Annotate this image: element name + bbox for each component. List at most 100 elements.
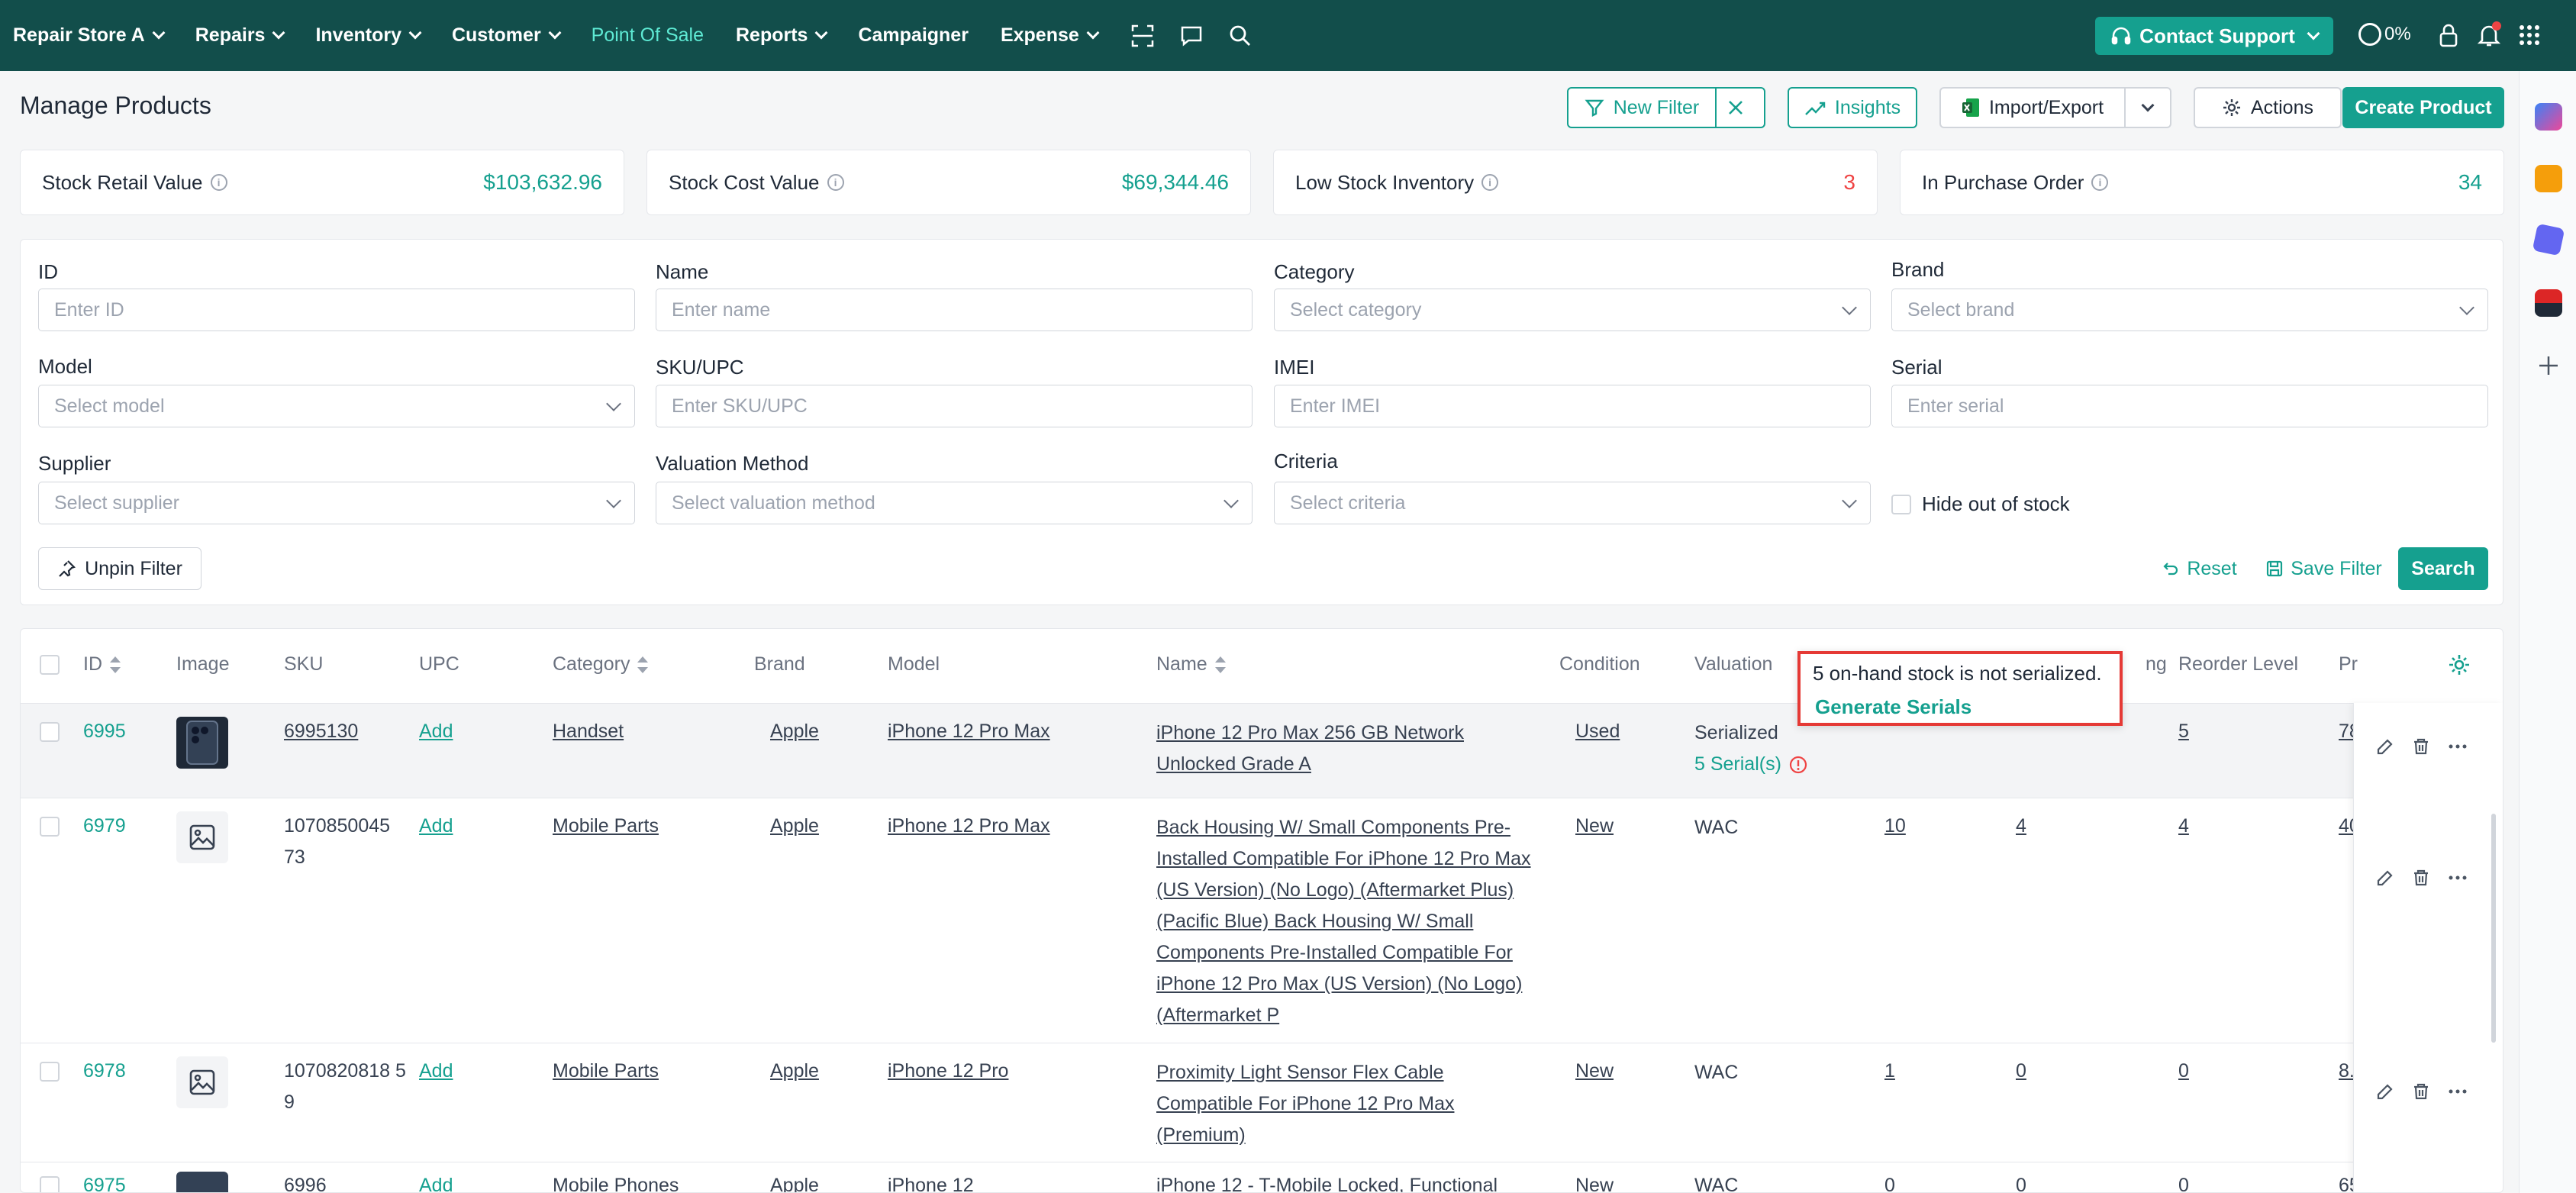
row-brand[interactable]: Apple xyxy=(770,716,819,747)
row-model[interactable]: iPhone 12 xyxy=(888,1170,974,1192)
table-row[interactable]: 6975 6996 Add Mobile Phones Apple iPhone… xyxy=(21,1162,2503,1192)
nav-campaigner[interactable]: Campaigner xyxy=(858,24,968,47)
row-category[interactable]: Mobile Phones xyxy=(553,1170,679,1192)
create-product-button[interactable]: Create Product xyxy=(2342,87,2504,128)
more-options-icon[interactable] xyxy=(2446,735,2469,758)
edit-icon[interactable] xyxy=(2374,735,2397,758)
row-price[interactable]: 8. xyxy=(2339,1056,2355,1087)
contact-support-button[interactable]: Contact Support xyxy=(2095,17,2333,55)
extension-icon-1[interactable] xyxy=(2535,103,2562,131)
row-condition[interactable]: New xyxy=(1575,1170,1614,1192)
row-reorder-level[interactable]: 5 xyxy=(2178,716,2189,747)
product-thumbnail[interactable] xyxy=(176,1056,228,1108)
row-condition[interactable]: New xyxy=(1575,1056,1614,1087)
row-product-name[interactable]: Back Housing W/ Small Components Pre- In… xyxy=(1156,812,1531,1031)
import-export-dropdown[interactable] xyxy=(2124,87,2171,128)
row-add-upc-link[interactable]: Add xyxy=(419,1170,453,1192)
info-icon[interactable]: i xyxy=(210,174,227,191)
row-reorder-level[interactable]: 0 xyxy=(2178,1170,2189,1192)
row-model[interactable]: iPhone 12 Pro Max xyxy=(888,811,1050,842)
more-options-icon[interactable] xyxy=(2446,1080,2469,1103)
row-model[interactable]: iPhone 12 Pro Max xyxy=(888,716,1050,747)
actions-button[interactable]: Actions xyxy=(2194,87,2342,128)
extension-icon-4[interactable] xyxy=(2535,289,2562,317)
row-brand[interactable]: Apple xyxy=(770,811,819,842)
delete-icon[interactable] xyxy=(2410,866,2433,889)
progress-indicator[interactable]: 0% xyxy=(2358,23,2411,46)
more-options-icon[interactable] xyxy=(2446,866,2469,889)
delete-icon[interactable] xyxy=(2410,735,2433,758)
row-on-hand[interactable]: 1 xyxy=(1884,1056,1895,1087)
row-add-upc-link[interactable]: Add xyxy=(419,811,453,842)
row-on-hand[interactable]: 0 xyxy=(1884,1170,1895,1192)
lock-icon[interactable] xyxy=(2435,21,2462,49)
row-add-upc-link[interactable]: Add xyxy=(419,1056,453,1087)
row-model[interactable]: iPhone 12 Pro xyxy=(888,1056,1008,1087)
save-filter-button[interactable]: Save Filter xyxy=(2255,547,2393,590)
supplier-select[interactable]: Select supplier xyxy=(38,482,635,524)
row-checkbox[interactable] xyxy=(40,1176,60,1192)
apps-grid-icon[interactable] xyxy=(2516,21,2543,49)
row-id-link[interactable]: 6995 xyxy=(83,716,126,747)
new-filter-button[interactable]: New Filter xyxy=(1567,87,1717,128)
nav-store-selector[interactable]: Repair Store A xyxy=(13,24,166,47)
nav-reports[interactable]: Reports xyxy=(736,24,828,47)
warning-icon[interactable] xyxy=(1789,756,1807,774)
select-all-checkbox[interactable] xyxy=(40,655,60,675)
row-checkbox[interactable] xyxy=(40,722,60,742)
sku-filter-input[interactable]: Enter SKU/UPC xyxy=(656,385,1253,427)
row-brand[interactable]: Apple xyxy=(770,1056,819,1087)
row-incoming[interactable]: 4 xyxy=(2016,811,2026,842)
row-category[interactable]: Mobile Parts xyxy=(553,811,659,842)
criteria-select[interactable]: Select criteria xyxy=(1274,482,1871,524)
row-product-name[interactable]: Proximity Light Sensor Flex Cable Compat… xyxy=(1156,1057,1454,1151)
nav-expense[interactable]: Expense xyxy=(1001,24,1100,47)
nav-point-of-sale[interactable]: Point Of Sale xyxy=(592,24,704,47)
column-header-id[interactable]: ID xyxy=(83,653,121,675)
info-icon[interactable]: i xyxy=(2091,174,2109,191)
row-incoming[interactable]: 0 xyxy=(2016,1056,2026,1087)
hide-out-of-stock-checkbox[interactable] xyxy=(1891,494,1911,514)
row-brand[interactable]: Apple xyxy=(770,1170,819,1192)
row-id-link[interactable]: 6979 xyxy=(83,811,126,842)
model-select[interactable]: Select model xyxy=(38,385,635,427)
unpin-filter-button[interactable]: Unpin Filter xyxy=(38,547,202,590)
reset-button[interactable]: Reset xyxy=(2154,547,2246,590)
name-filter-input[interactable]: Enter name xyxy=(656,289,1253,331)
id-filter-input[interactable]: Enter ID xyxy=(38,289,635,331)
clear-filter-button[interactable] xyxy=(1715,87,1765,128)
imei-filter-input[interactable]: Enter IMEI xyxy=(1274,385,1871,427)
extension-icon-3[interactable] xyxy=(2532,223,2565,256)
row-product-name[interactable]: iPhone 12 Pro Max 256 GB Network Unlocke… xyxy=(1156,717,1464,780)
row-incoming[interactable]: 0 xyxy=(2016,1170,2026,1192)
generate-serials-link[interactable]: Generate Serials xyxy=(1815,695,1971,719)
product-thumbnail[interactable] xyxy=(176,1172,228,1192)
nav-repairs[interactable]: Repairs xyxy=(195,24,285,47)
bell-icon[interactable] xyxy=(2475,21,2503,49)
product-thumbnail[interactable] xyxy=(176,811,228,863)
row-serials-link[interactable]: 5 Serial(s) xyxy=(1694,749,1807,780)
row-add-upc-link[interactable]: Add xyxy=(419,716,453,747)
serial-filter-input[interactable]: Enter serial xyxy=(1891,385,2488,427)
table-scrollbar[interactable] xyxy=(2491,814,2496,1043)
search-button[interactable]: Search xyxy=(2398,547,2488,590)
category-select[interactable]: Select category xyxy=(1274,289,1871,331)
row-checkbox[interactable] xyxy=(40,817,60,837)
row-condition[interactable]: New xyxy=(1575,811,1614,842)
row-on-hand[interactable]: 10 xyxy=(1884,811,1906,842)
column-header-name[interactable]: Name xyxy=(1156,653,1226,675)
product-thumbnail[interactable] xyxy=(176,717,228,769)
nav-inventory[interactable]: Inventory xyxy=(315,24,422,47)
row-condition[interactable]: Used xyxy=(1575,716,1620,747)
brand-select[interactable]: Select brand xyxy=(1891,289,2488,331)
insights-button[interactable]: Insights xyxy=(1788,87,1917,128)
row-reorder-level[interactable]: 4 xyxy=(2178,811,2189,842)
table-row[interactable]: 6978 1070820818 5 9 Add Mobile Parts App… xyxy=(21,1043,2503,1162)
table-row[interactable]: 6995 6995130 Add Handset Apple iPhone 12… xyxy=(21,703,2503,798)
scan-icon[interactable] xyxy=(1130,23,1156,49)
import-export-button[interactable]: Import/Export xyxy=(1939,87,2126,128)
info-icon[interactable]: i xyxy=(827,174,844,191)
hide-out-of-stock-toggle[interactable]: Hide out of stock xyxy=(1891,492,2070,516)
chat-icon[interactable] xyxy=(1178,23,1204,49)
search-icon[interactable] xyxy=(1227,23,1253,49)
